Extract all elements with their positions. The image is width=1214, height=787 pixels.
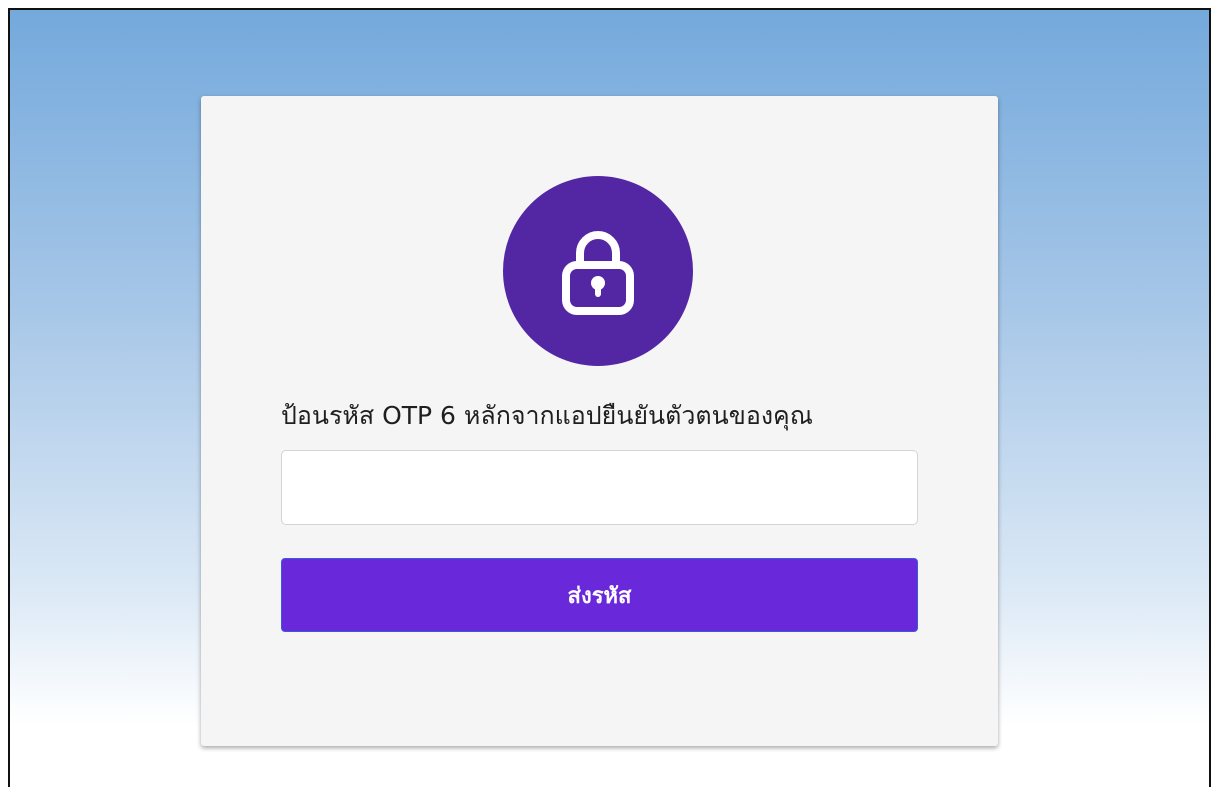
otp-prompt: ป้อนรหัส OTP 6 หลักจากแอปยืนยันตัวตนของค… bbox=[281, 401, 813, 430]
page-background: ป้อนรหัส OTP 6 หลักจากแอปยืนยันตัวตนของค… bbox=[8, 8, 1211, 787]
lock-badge bbox=[503, 176, 693, 366]
otp-input[interactable] bbox=[281, 450, 918, 525]
submit-otp-button-label: ส่งรหัส bbox=[567, 583, 632, 609]
otp-card: ป้อนรหัส OTP 6 หลักจากแอปยืนยันตัวตนของค… bbox=[201, 96, 998, 746]
lock-icon bbox=[562, 231, 634, 315]
submit-otp-button[interactable]: ส่งรหัส bbox=[281, 558, 918, 632]
